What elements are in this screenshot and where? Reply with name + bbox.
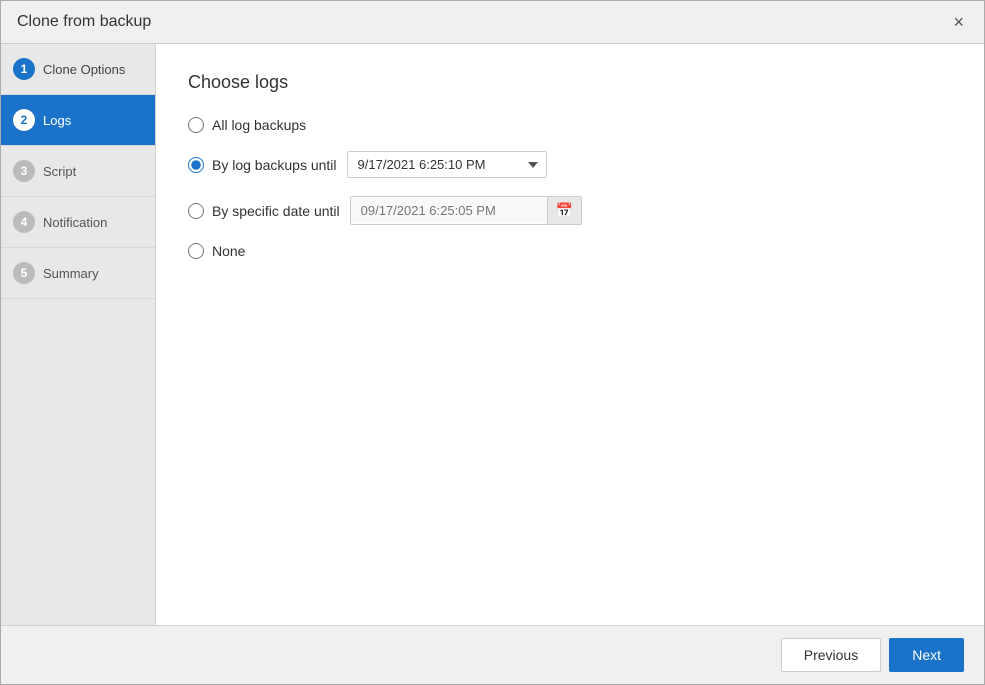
date-input-wrap: 📅	[350, 196, 582, 225]
dialog-footer: Previous Next	[1, 625, 984, 684]
calendar-icon: 📅	[556, 202, 573, 219]
option-by-date-radio[interactable]	[188, 203, 204, 219]
option-none-text: None	[212, 243, 245, 259]
sidebar-item-summary[interactable]: 5 Summary	[1, 248, 155, 299]
dialog-title: Clone from backup	[17, 13, 151, 31]
close-button[interactable]: ×	[949, 11, 968, 33]
sidebar-item-script[interactable]: 3 Script	[1, 146, 155, 197]
dialog-body: 1 Clone Options 2 Logs 3 Script 4 Notifi…	[1, 44, 984, 625]
options-list: All log backups By log backups until 9/1…	[188, 117, 952, 259]
option-none-radio[interactable]	[188, 243, 204, 259]
option-row-by-date: By specific date until 📅	[188, 196, 952, 225]
date-input[interactable]	[351, 198, 547, 223]
calendar-button[interactable]: 📅	[547, 197, 581, 224]
main-content: Choose logs All log backups By log backu…	[156, 44, 984, 625]
sidebar-item-label-2: Logs	[43, 113, 71, 128]
option-by-log-label[interactable]: By log backups until	[188, 157, 337, 173]
option-all-label[interactable]: All log backups	[188, 117, 306, 133]
sidebar-item-label-4: Notification	[43, 215, 107, 230]
step-number-3: 3	[13, 160, 35, 182]
log-backup-dropdown[interactable]: 9/17/2021 6:25:10 PM	[347, 151, 547, 178]
sidebar-item-logs[interactable]: 2 Logs	[1, 95, 155, 146]
sidebar-item-label-3: Script	[43, 164, 76, 179]
option-none-label[interactable]: None	[188, 243, 245, 259]
step-number-4: 4	[13, 211, 35, 233]
step-number-2: 2	[13, 109, 35, 131]
option-by-date-text: By specific date until	[212, 203, 340, 219]
option-by-date-label[interactable]: By specific date until	[188, 203, 340, 219]
next-button[interactable]: Next	[889, 638, 964, 672]
option-row-by-log: By log backups until 9/17/2021 6:25:10 P…	[188, 151, 952, 178]
option-row-all: All log backups	[188, 117, 952, 133]
step-number-1: 1	[13, 58, 35, 80]
dialog-titlebar: Clone from backup ×	[1, 1, 984, 44]
option-by-log-radio[interactable]	[188, 157, 204, 173]
sidebar: 1 Clone Options 2 Logs 3 Script 4 Notifi…	[1, 44, 156, 625]
option-row-none: None	[188, 243, 952, 259]
option-all-text: All log backups	[212, 117, 306, 133]
option-all-radio[interactable]	[188, 117, 204, 133]
step-number-5: 5	[13, 262, 35, 284]
sidebar-item-label-1: Clone Options	[43, 62, 125, 77]
previous-button[interactable]: Previous	[781, 638, 881, 672]
sidebar-item-notification[interactable]: 4 Notification	[1, 197, 155, 248]
sidebar-item-clone-options[interactable]: 1 Clone Options	[1, 44, 155, 95]
section-title: Choose logs	[188, 72, 952, 93]
sidebar-item-label-5: Summary	[43, 266, 99, 281]
option-by-log-text: By log backups until	[212, 157, 337, 173]
clone-from-backup-dialog: Clone from backup × 1 Clone Options 2 Lo…	[0, 0, 985, 685]
